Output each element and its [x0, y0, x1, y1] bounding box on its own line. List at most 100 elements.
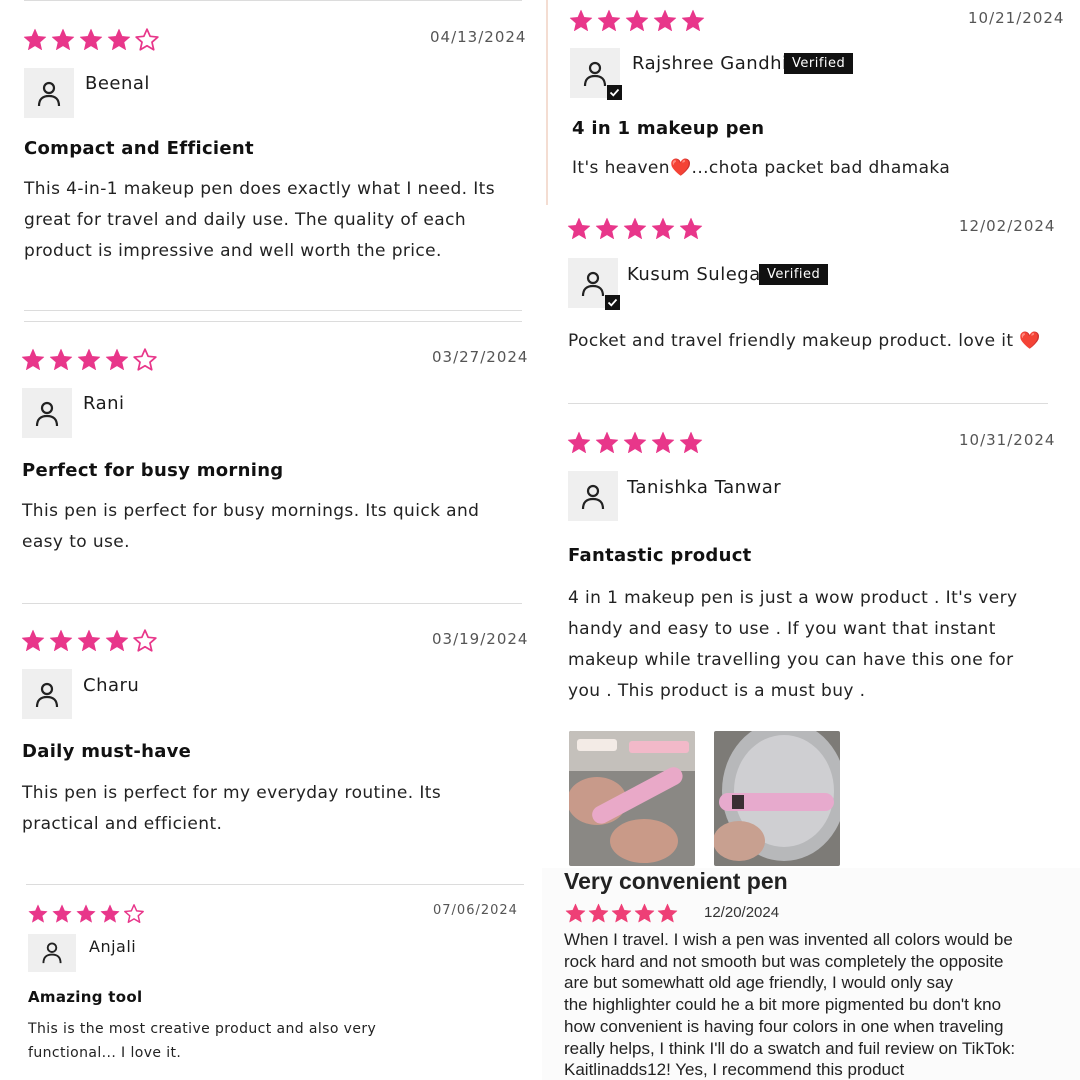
star-filled-icon [594, 216, 620, 242]
avatar [22, 669, 72, 719]
star-filled-icon [652, 8, 678, 34]
divider [22, 603, 522, 604]
review-body-line: Kaitlinadds12! Yes, I recommend this pro… [564, 1060, 905, 1080]
star-filled-icon [656, 902, 679, 925]
anjali-review-crop: 07/06/2024 Anjali Amazing tool This is t… [0, 872, 540, 1080]
star-filled-icon [78, 27, 104, 53]
star-filled-icon [564, 902, 587, 925]
review-body-line: rock hard and not smooth but was complet… [564, 951, 1004, 971]
star-filled-icon [76, 628, 102, 654]
divider [24, 321, 522, 322]
star-filled-icon [678, 216, 704, 242]
review-body-line: When I travel. I wish a pen was invented… [564, 930, 1013, 949]
review-date: 10/31/2024 [959, 431, 1056, 449]
star-filled-icon [678, 430, 704, 456]
star-empty-icon [123, 903, 145, 925]
avatar [568, 258, 620, 310]
star-filled-icon [568, 8, 594, 34]
star-filled-icon [104, 347, 130, 373]
star-filled-icon [622, 430, 648, 456]
star-filled-icon [104, 628, 130, 654]
review-title: Daily must-have [22, 741, 192, 762]
star-empty-icon [134, 27, 160, 53]
star-filled-icon [566, 430, 592, 456]
review-body: This is the most creative product and al… [28, 1021, 377, 1061]
user-icon [583, 61, 607, 87]
rating-stars [564, 902, 679, 925]
avatar [28, 934, 76, 972]
star-filled-icon [650, 430, 676, 456]
verified-check-icon [607, 85, 622, 100]
review-body: It's heaven❤️...chota packet bad dhamaka [572, 158, 951, 178]
verified-check-icon [605, 295, 620, 310]
star-filled-icon [587, 902, 610, 925]
review-body-line: really helps, I think I'll do a swatch a… [564, 1038, 1016, 1058]
review-title: Amazing tool [28, 988, 143, 1006]
user-icon [42, 942, 62, 964]
review-body: When I travel. I wish a pen was invented… [564, 929, 1080, 1080]
rating-stars [20, 347, 158, 373]
reviewer-name: Tanishka Tanwar [627, 477, 782, 498]
star-filled-icon [596, 8, 622, 34]
star-filled-icon [610, 902, 633, 925]
rating-stars [22, 27, 160, 53]
star-filled-icon [99, 903, 121, 925]
review-date: 07/06/2024 [433, 903, 518, 918]
review-date: 03/19/2024 [432, 630, 529, 648]
star-filled-icon [76, 347, 102, 373]
review-title: Fantastic product [568, 545, 752, 566]
star-filled-icon [75, 903, 97, 925]
divider [24, 310, 522, 311]
review-date: 03/27/2024 [432, 348, 529, 366]
left-column: 04/13/2024 Beenal Compact and Efficient … [0, 0, 540, 880]
reviewer-name: Charu [83, 675, 140, 696]
review-date: 12/20/2024 [704, 904, 780, 921]
avatar [22, 388, 72, 438]
user-icon [581, 271, 605, 297]
star-filled-icon [51, 903, 73, 925]
reviewer-name: Kusum Sulegai [627, 264, 767, 285]
star-filled-icon [48, 628, 74, 654]
user-icon [581, 484, 605, 510]
user-icon [37, 81, 61, 107]
review-date: 12/02/2024 [959, 217, 1056, 235]
review-body: This 4-in-1 makeup pen does exactly what… [24, 179, 495, 261]
star-filled-icon [633, 902, 656, 925]
review-body: 4 in 1 makeup pen is just a wow product … [568, 588, 1018, 701]
reviewer-name: Beenal [85, 73, 150, 94]
review-body-line: the highlighter could he a bit more pigm… [564, 995, 1002, 1015]
rating-stars [568, 8, 706, 34]
star-filled-icon [650, 216, 676, 242]
star-filled-icon [50, 27, 76, 53]
convenient-pen-review-crop: Very convenient pen 12/20/2024 When I tr… [542, 868, 1080, 1080]
star-filled-icon [48, 347, 74, 373]
review-photo[interactable] [714, 731, 840, 866]
rating-stars [566, 216, 704, 242]
review-title: 4 in 1 makeup pen [572, 118, 765, 139]
verified-badge: Verified [759, 264, 829, 285]
user-icon [35, 682, 59, 708]
divider [24, 0, 522, 1]
star-filled-icon [20, 628, 46, 654]
review-title: Perfect for busy morning [22, 460, 284, 481]
verified-badge: Verified [784, 53, 854, 74]
star-filled-icon [594, 430, 620, 456]
divider [568, 403, 1048, 404]
star-filled-icon [27, 903, 49, 925]
reviewer-name: Rajshree Gandhi [632, 53, 788, 74]
star-filled-icon [20, 347, 46, 373]
reviewer-name: Rani [83, 393, 125, 414]
avatar [568, 471, 618, 521]
rating-stars [20, 628, 158, 654]
review-title: Compact and Efficient [24, 138, 254, 159]
divider [26, 884, 524, 885]
review-body: This pen is perfect for my everyday rout… [22, 783, 442, 834]
user-icon [35, 401, 59, 427]
rating-stars [566, 430, 704, 456]
review-body-line: are but somewhatt old age friendly, I wo… [564, 973, 954, 993]
review-date: 04/13/2024 [430, 28, 527, 46]
star-filled-icon [22, 27, 48, 53]
avatar [570, 48, 622, 100]
star-filled-icon [680, 8, 706, 34]
review-photo[interactable] [569, 731, 695, 866]
